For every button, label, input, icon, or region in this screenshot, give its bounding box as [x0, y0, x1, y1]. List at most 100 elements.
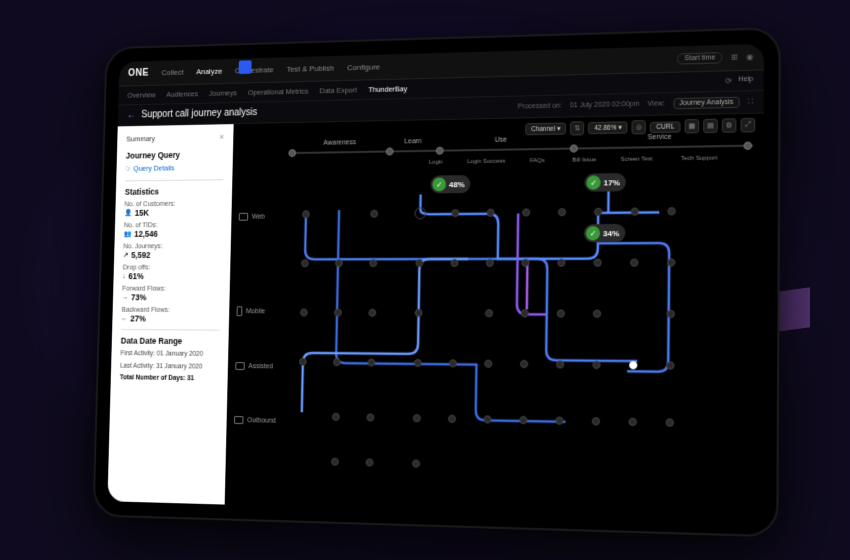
journey-node[interactable] [412, 459, 420, 467]
maximize-icon[interactable]: ⛶ [748, 98, 753, 106]
journey-node[interactable] [335, 259, 343, 267]
journey-node[interactable] [593, 310, 601, 318]
journey-node[interactable] [485, 309, 493, 317]
tab-analyze[interactable]: Analyze [196, 67, 222, 76]
journey-node[interactable] [414, 359, 422, 367]
journey-node[interactable] [367, 358, 375, 366]
start-time-pill[interactable]: Start time [677, 52, 722, 64]
last-activity: Last Activity: 31 January 2020 [120, 361, 219, 371]
badge-34[interactable]: ✓ 34% [584, 224, 626, 243]
journey-node[interactable] [302, 210, 310, 218]
journey-node[interactable] [522, 208, 530, 216]
expand-icon[interactable]: ⤢ [741, 118, 756, 133]
journey-node[interactable] [331, 458, 339, 466]
journey-node[interactable] [555, 417, 563, 425]
journey-node[interactable] [592, 417, 600, 425]
journey-node[interactable] [414, 207, 426, 219]
channel-select[interactable]: Channel ▾ [525, 123, 566, 136]
journey-canvas[interactable]: Channel ▾ ⇅ 42.86% ▾ ◎ CURL ▦ ▤ ⚙ ⤢ Awar… [225, 114, 764, 520]
query-details-link[interactable]: ☞ Query Details [125, 163, 223, 173]
first-activity: First Activity: 01 January 2020 [120, 349, 219, 359]
journey-query-title: Journey Query [126, 149, 224, 160]
journey-node[interactable] [416, 259, 424, 267]
tab-configure[interactable]: Configure [347, 62, 380, 72]
journey-node[interactable] [667, 258, 675, 266]
user-icon[interactable]: ◉ [746, 52, 753, 61]
page-title: Support call journey analysis [141, 107, 257, 120]
journey-node[interactable] [557, 309, 565, 317]
curl-toggle[interactable]: CURL [650, 121, 681, 133]
grid-icon[interactable]: ▦ [685, 119, 700, 134]
journey-node[interactable] [558, 208, 566, 216]
journey-node[interactable] [415, 309, 423, 317]
target-icon[interactable]: ◎ [632, 120, 646, 134]
stat-journeys: ↗5,592 [123, 250, 221, 260]
check-icon: ✓ [432, 177, 446, 191]
zoom-select[interactable]: 42.86% ▾ [588, 121, 628, 134]
badge-17[interactable]: ✓ 17% [584, 173, 626, 192]
journey-node[interactable] [556, 360, 564, 368]
journey-node[interactable] [631, 207, 639, 215]
channel-mobile: Mobile [237, 306, 266, 316]
subtab-overview[interactable]: Overview [127, 90, 155, 99]
journey-node[interactable] [300, 309, 308, 317]
journey-node[interactable] [451, 259, 459, 267]
channel-web: Web [239, 213, 265, 221]
journey-node[interactable] [451, 209, 459, 217]
journey-node[interactable] [557, 259, 565, 267]
subtab-thunderbay[interactable]: ThunderBay [368, 84, 407, 94]
journey-node[interactable] [666, 418, 674, 426]
journey-node[interactable] [594, 208, 602, 216]
journey-node[interactable] [484, 360, 492, 368]
journey-node[interactable] [366, 458, 374, 466]
headset-icon [235, 362, 244, 370]
journey-node[interactable] [332, 413, 340, 421]
grid-icon[interactable]: ⊞ [731, 53, 738, 62]
journey-node[interactable] [629, 361, 637, 369]
tab-test-publish[interactable]: Test & Publish [286, 64, 334, 74]
sort-icon[interactable]: ⇅ [570, 121, 584, 135]
journey-node[interactable] [486, 259, 494, 267]
journey-node[interactable] [630, 259, 638, 267]
journey-node[interactable] [369, 259, 377, 267]
journey-node[interactable] [667, 207, 675, 215]
journey-node[interactable] [521, 259, 529, 267]
journey-node[interactable] [449, 359, 457, 367]
layers-icon[interactable]: ▤ [703, 119, 718, 134]
close-icon[interactable]: × [219, 132, 224, 142]
journey-node[interactable] [448, 415, 456, 423]
phase-awareness: Awareness [289, 139, 392, 148]
journey-node[interactable] [487, 209, 495, 217]
journey-node[interactable] [594, 259, 602, 267]
subtab-audiences[interactable]: Audiences [166, 89, 198, 98]
journey-node[interactable] [592, 361, 600, 369]
refresh-icon[interactable]: ⟳ [725, 76, 732, 85]
help-link[interactable]: Help [738, 76, 753, 86]
badge-48[interactable]: ✓ 48% [430, 175, 470, 193]
journey-node[interactable] [333, 358, 341, 366]
journey-node[interactable] [483, 415, 491, 423]
journey-node[interactable] [366, 413, 374, 421]
journey-node[interactable] [520, 360, 528, 368]
journey-node[interactable] [519, 416, 527, 424]
tab-collect[interactable]: Collect [161, 68, 183, 77]
journey-node[interactable] [370, 210, 378, 218]
journey-node[interactable] [368, 309, 376, 317]
view-select[interactable]: Journey Analysis [673, 97, 740, 110]
subtab-journeys[interactable]: Journeys [209, 88, 237, 97]
journey-node[interactable] [666, 361, 674, 369]
journey-node[interactable] [301, 259, 309, 267]
settings-icon[interactable]: ⚙ [722, 118, 737, 133]
journey-node[interactable] [667, 310, 675, 318]
phase-learn: Learn [391, 138, 435, 146]
journey-node[interactable] [413, 414, 421, 422]
sidebar: Summary × Journey Query ☞ Query Details … [107, 124, 233, 504]
subtab-metrics[interactable]: Operational Metrics [248, 87, 309, 97]
subtab-export[interactable]: Data Export [319, 86, 357, 96]
journey-node[interactable] [299, 358, 307, 366]
journey-node[interactable] [334, 309, 342, 317]
journey-node[interactable] [521, 309, 529, 317]
back-icon[interactable]: ← [127, 110, 136, 121]
stat-customers: 👤15K [124, 207, 222, 217]
journey-node[interactable] [629, 418, 637, 426]
